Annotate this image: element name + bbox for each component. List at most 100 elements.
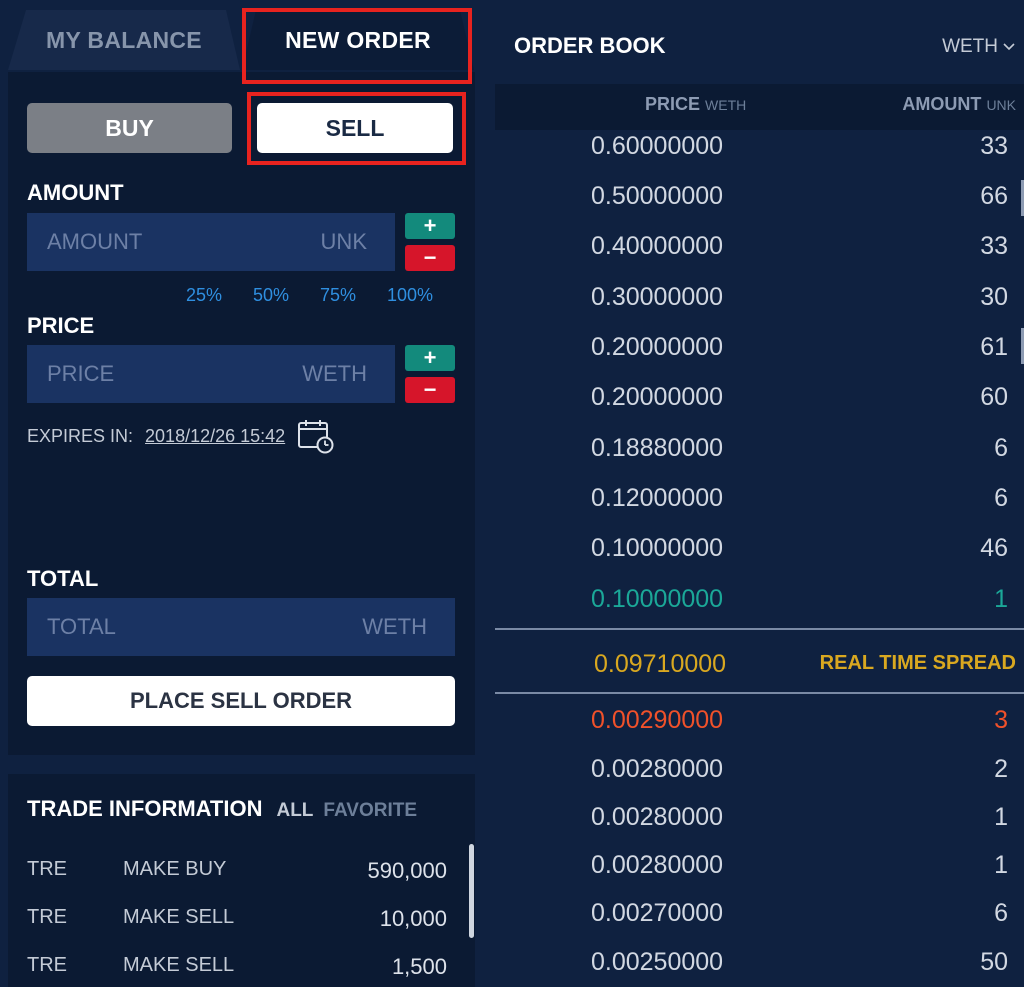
trade-type: MAKE SELL <box>123 954 235 976</box>
ask-amount: 66 <box>980 182 1008 210</box>
filter-all-tab[interactable]: ALL <box>276 800 313 822</box>
tab-my-balance[interactable]: MY BALANCE <box>8 10 240 70</box>
price-input[interactable]: PRICE WETH <box>27 345 395 403</box>
bid-amount: 50 <box>980 948 1008 976</box>
bid-price: 0.00270000 <box>591 899 724 927</box>
ask-row[interactable]: 0.20000000 60 <box>495 383 1024 423</box>
order-book-title: ORDER BOOK <box>514 33 666 58</box>
trade-row: TRE MAKE BUY 590,000 <box>27 858 447 888</box>
order-tabs: MY BALANCE NEW ORDER <box>8 0 475 72</box>
trade-information-title: TRADE INFORMATION <box>27 796 263 821</box>
total-label: TOTAL <box>27 566 99 591</box>
amount-placeholder: AMOUNT <box>47 229 143 254</box>
ask-row[interactable]: 0.30000000 30 <box>495 283 1024 323</box>
tab-new-order[interactable]: NEW ORDER <box>242 10 474 70</box>
bid-price: 0.00290000 <box>591 706 724 734</box>
bid-price: 0.00280000 <box>591 755 724 783</box>
place-sell-order-button[interactable]: PLACE SELL ORDER <box>27 676 455 726</box>
order-book-header: ORDER BOOK WETH <box>495 0 1024 84</box>
spread-bar: 0.09710000 REAL TIME SPREAD <box>495 628 1024 694</box>
ask-row[interactable]: 0.10000000 46 <box>495 534 1024 574</box>
trade-symbol: TRE <box>27 906 67 928</box>
expires-row: EXPIRES IN: 2018/12/26 15:42 <box>27 418 335 454</box>
bid-row[interactable]: 0.00280000 2 <box>495 755 1024 795</box>
order-book-column-headers: PRICE WETH AMOUNT UNK <box>495 84 1024 130</box>
ask-price: 0.20000000 <box>591 383 724 411</box>
bid-amount: 3 <box>994 706 1008 734</box>
sell-button[interactable]: SELL <box>257 103 453 153</box>
bid-row[interactable]: 0.00280000 1 <box>495 803 1024 843</box>
expires-label: EXPIRES IN: <box>27 425 134 446</box>
ask-amount: 46 <box>980 534 1008 562</box>
ask-price: 0.18880000 <box>591 434 724 462</box>
trade-information-panel: TRADE INFORMATION ALL FAVORITE TRE MAKE … <box>8 774 475 987</box>
bid-row[interactable]: 0.00250000 50 <box>495 948 1024 987</box>
price-placeholder: PRICE <box>47 361 115 386</box>
bid-row[interactable]: 0.00270000 6 <box>495 899 1024 939</box>
percent-100-link[interactable]: 100% <box>387 285 454 306</box>
buy-button[interactable]: BUY <box>27 103 232 153</box>
amount-label: AMOUNT <box>27 180 124 205</box>
bid-price: 0.00280000 <box>591 851 724 879</box>
trade-amount: 10,000 <box>379 906 447 931</box>
calendar-clock-icon[interactable] <box>297 418 335 454</box>
filter-favorite-tab[interactable]: FAVORITE <box>323 800 417 822</box>
ask-row[interactable]: 0.12000000 6 <box>495 484 1024 524</box>
chevron-down-icon <box>1003 43 1015 51</box>
ask-row[interactable]: 0.50000000 66 <box>495 182 1024 222</box>
ask-price: 0.60000000 <box>591 132 724 160</box>
ask-amount: 33 <box>980 132 1008 160</box>
ask-amount: 6 <box>994 484 1008 512</box>
market-selector-label: WETH <box>942 36 998 57</box>
trade-symbol: TRE <box>27 954 67 976</box>
amount-increment-button[interactable]: + <box>405 213 455 239</box>
amount-column-header: AMOUNT UNK <box>902 94 1016 115</box>
percent-25-link[interactable]: 25% <box>186 285 253 306</box>
trade-type: MAKE SELL <box>123 906 235 928</box>
trade-symbol: TRE <box>27 858 67 880</box>
expires-date-link[interactable]: 2018/12/26 15:42 <box>145 426 285 447</box>
bid-price: 0.00250000 <box>591 948 724 976</box>
bid-amount: 1 <box>994 803 1008 831</box>
percent-75-link[interactable]: 75% <box>320 285 387 306</box>
ask-price: 0.10000000 <box>591 534 724 562</box>
price-column-unit: WETH <box>705 97 747 113</box>
amount-unit: UNK <box>320 229 367 254</box>
amount-input[interactable]: AMOUNT UNK <box>27 213 395 271</box>
amount-decrement-button[interactable]: − <box>405 245 455 271</box>
trade-row: TRE MAKE SELL 10,000 <box>27 906 447 936</box>
ask-price: 0.12000000 <box>591 484 724 512</box>
trade-amount: 1,500 <box>391 954 447 979</box>
bid-amount: 2 <box>994 755 1008 783</box>
new-order-panel: BUY SELL AMOUNT AMOUNT UNK + − 25% 50% 7… <box>8 72 475 755</box>
bid-amount: 6 <box>994 899 1008 927</box>
trade-amount: 590,000 <box>367 858 447 883</box>
bid-row[interactable]: 0.00290000 3 <box>495 706 1024 746</box>
bid-amount: 1 <box>994 851 1008 879</box>
price-increment-button[interactable]: + <box>405 345 455 371</box>
price-decrement-button[interactable]: − <box>405 377 455 403</box>
ask-row[interactable]: 0.20000000 61 <box>495 333 1024 373</box>
ask-amount: 60 <box>980 383 1008 411</box>
ask-amount: 6 <box>994 434 1008 462</box>
ask-price: 0.10000000 <box>591 585 724 613</box>
ask-amount: 33 <box>980 232 1008 260</box>
bid-row[interactable]: 0.00280000 1 <box>495 851 1024 891</box>
total-placeholder: TOTAL <box>47 614 116 639</box>
percent-50-link[interactable]: 50% <box>253 285 320 306</box>
total-input[interactable]: TOTAL WETH <box>27 598 455 656</box>
ask-amount: 61 <box>980 333 1008 361</box>
ask-row[interactable]: 0.40000000 33 <box>495 232 1024 272</box>
amount-column-unit: UNK <box>986 97 1016 113</box>
total-unit: WETH <box>362 614 427 639</box>
market-selector[interactable]: WETH <box>942 36 1016 58</box>
price-label: PRICE <box>27 313 95 338</box>
ask-row[interactable]: 0.18880000 6 <box>495 434 1024 474</box>
ask-row[interactable]: 0.10000000 1 <box>495 585 1024 625</box>
trade-information-header: TRADE INFORMATION ALL FAVORITE <box>27 796 456 822</box>
trade-scrollbar[interactable] <box>469 844 474 938</box>
ask-price: 0.40000000 <box>591 232 724 260</box>
percent-shortcuts: 25% 50% 75% 100% <box>186 285 454 306</box>
ask-amount: 1 <box>994 585 1008 613</box>
ask-row[interactable]: 0.60000000 33 <box>495 132 1024 172</box>
